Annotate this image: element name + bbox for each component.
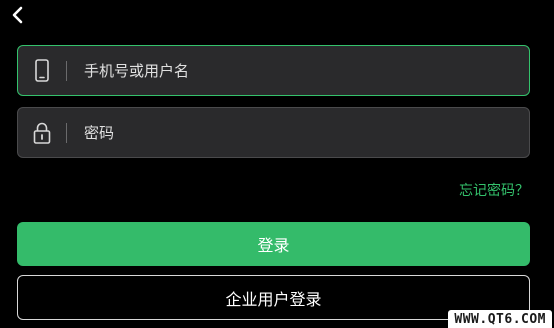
field-divider xyxy=(66,61,67,81)
login-screen: 忘记密码？ 登录 企业用户登录 WWW.QT6.COM xyxy=(0,0,554,328)
password-field[interactable] xyxy=(17,107,530,158)
lock-icon xyxy=(31,121,53,145)
password-input[interactable] xyxy=(84,108,514,157)
login-button-label: 登录 xyxy=(257,236,290,255)
watermark: WWW.QT6.COM xyxy=(448,310,552,328)
back-button[interactable] xyxy=(6,2,30,28)
phone-icon xyxy=(31,59,53,83)
enterprise-login-label: 企业用户登录 xyxy=(225,289,322,309)
username-field[interactable] xyxy=(17,45,530,96)
field-divider xyxy=(66,123,67,143)
login-button[interactable]: 登录 xyxy=(17,222,530,266)
forgot-password-link[interactable]: 忘记密码？ xyxy=(459,180,529,200)
username-input[interactable] xyxy=(84,46,514,95)
chevron-left-icon xyxy=(12,6,23,24)
